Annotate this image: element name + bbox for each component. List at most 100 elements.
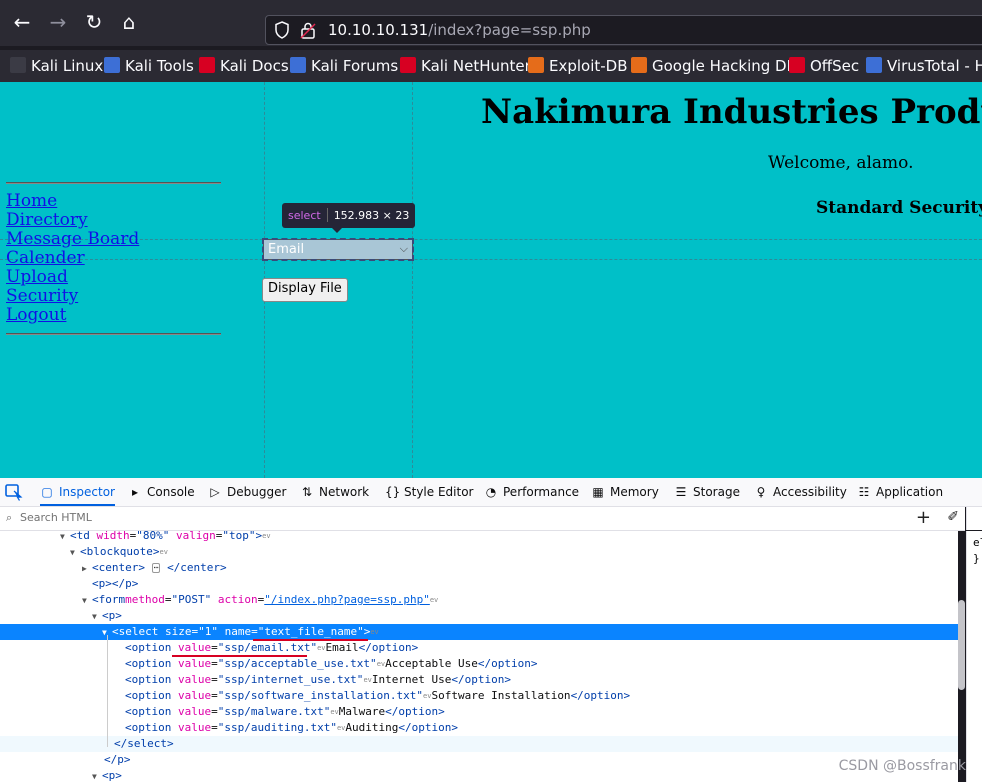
markup-node-option[interactable]: <option value="ssp/email.txt"evEmail</op…	[0, 640, 958, 656]
select-value: Email	[268, 242, 305, 257]
nav-link-message-board[interactable]: Message Board	[6, 230, 139, 249]
welcome-text: Welcome, alamo.	[768, 153, 914, 173]
markup-node-form[interactable]: ▼ <formmethod="POST" action="/index.php?p…	[0, 592, 958, 608]
markup-node-blockquote[interactable]: ▼ <blockquote>ev	[0, 544, 958, 560]
network-icon: ⇅	[301, 485, 313, 499]
tooltip-dimensions: 152.983 × 23	[333, 209, 410, 222]
ghdb-icon	[631, 57, 647, 73]
storage-icon: ☰	[675, 485, 687, 499]
text-file-select[interactable]: Email ⌵	[263, 239, 413, 260]
reload-icon[interactable]: ↻	[80, 8, 108, 36]
url-text: 10.10.10.131/index?page=ssp.php	[328, 21, 591, 39]
divider	[6, 182, 221, 184]
bookmark-kali-nethunter[interactable]: Kali NetHunter	[400, 57, 531, 75]
home-icon[interactable]: ⌂	[115, 8, 143, 36]
markup-node-option[interactable]: <option value="ssp/acceptable_use.txt"ev…	[0, 656, 958, 672]
tooltip-tag: select	[288, 209, 321, 222]
accessibility-icon: ♀	[756, 485, 766, 499]
bookmark-offsec[interactable]: OffSec	[789, 57, 859, 75]
tab-style-editor[interactable]: {} Style Editor	[385, 478, 473, 506]
nav-link-upload[interactable]: Upload	[6, 268, 139, 287]
sidebar-text: }	[973, 552, 980, 565]
bookmark-kali-forums[interactable]: Kali Forums	[290, 57, 398, 75]
markup-node-p-close[interactable]: </p>	[0, 752, 958, 768]
offsec-icon	[789, 57, 805, 73]
markup-node-p[interactable]: ▼ <p>	[0, 768, 958, 782]
chevron-down-icon: ⌵	[399, 242, 408, 255]
bookmark-exploit-db[interactable]: Exploit-DB	[528, 57, 628, 75]
grid-icon: ☷	[858, 485, 870, 499]
tab-accessibility[interactable]: ♀ Accessibility	[754, 478, 847, 506]
markup-node-option[interactable]: <option value="ssp/malware.txt"evMalware…	[0, 704, 958, 720]
tab-debugger[interactable]: ▷ Debugger	[208, 478, 286, 506]
markup-node-option[interactable]: <option value="ssp/software_installation…	[0, 688, 958, 704]
tab-application[interactable]: ☷ Application	[857, 478, 943, 506]
url-path: /index?page=ssp.php	[428, 21, 591, 39]
rules-sidebar-header	[966, 507, 982, 530]
markup-node-center[interactable]: ▶ <center> ⋯ </center>	[0, 560, 958, 576]
highlighter-guide	[412, 82, 413, 478]
bookmark-google-hacking-db[interactable]: Google Hacking DB	[631, 57, 797, 75]
divider	[6, 333, 221, 335]
kali-docs-icon	[199, 57, 215, 73]
markup-scrollbar[interactable]	[958, 600, 965, 690]
highlighter-guide	[0, 239, 982, 240]
insecure-lock-icon[interactable]	[300, 21, 316, 39]
forward-arrow-icon[interactable]: →	[44, 8, 72, 36]
kali-forums-icon	[290, 57, 306, 73]
nav-link-security[interactable]: Security	[6, 287, 139, 306]
bookmark-kali-docs[interactable]: Kali Docs	[199, 57, 289, 75]
markup-node-p[interactable]: <p></p>	[0, 576, 958, 592]
braces-icon: {}	[385, 485, 401, 499]
tab-inspector[interactable]: ▢ Inspector	[40, 478, 115, 506]
inspector-icon: ▢	[41, 485, 53, 499]
markup-node-td[interactable]: ▼ <td width="80%" valign="top">ev	[0, 531, 958, 544]
nav-link-calender[interactable]: Calender	[6, 249, 139, 268]
markup-node-select-close[interactable]: </select>	[0, 736, 958, 752]
browser-toolbar: ← → ↻ ⌂ 10.10.10.131/index?page=ssp.php	[0, 0, 982, 46]
markup-view: ▼ <td width="80%" valign="top">ev ▼ <block…	[0, 531, 958, 782]
section-heading: Standard Security	[816, 198, 982, 218]
site-nav: Home Directory Message Board Calender Up…	[6, 192, 139, 325]
add-node-icon[interactable]: +	[916, 507, 931, 528]
search-input[interactable]: Search HTML	[20, 511, 92, 524]
bookmark-kali-tools[interactable]: Kali Tools	[104, 57, 194, 75]
bookmark-kali-linux[interactable]: Kali Linux	[10, 57, 103, 75]
url-host: 10.10.10.131	[328, 21, 429, 39]
markup-node-p[interactable]: ▼ <p>	[0, 608, 958, 624]
address-bar[interactable]: 10.10.10.131/index?page=ssp.php	[265, 15, 982, 45]
page-viewport: Nakimura Industries Produc Welcome, alam…	[0, 82, 982, 478]
nav-link-directory[interactable]: Directory	[6, 211, 139, 230]
shield-icon[interactable]	[274, 21, 290, 39]
highlighter-guide	[0, 259, 982, 260]
exploit-db-icon	[528, 57, 544, 73]
inspector-tooltip: select 152.983 × 23	[282, 203, 416, 233]
virustotal-icon	[866, 57, 882, 73]
tab-performance[interactable]: ◔ Performance	[484, 478, 579, 506]
nav-link-home[interactable]: Home	[6, 192, 139, 211]
tab-console[interactable]: ▸ Console	[128, 478, 195, 506]
markup-node-option[interactable]: <option value="ssp/internet_use.txt"evIn…	[0, 672, 958, 688]
markup-node-select[interactable]: ▼ <select size="1" name="text_file_name">…	[0, 624, 958, 640]
tab-memory[interactable]: ▦ Memory	[591, 478, 658, 506]
rules-sidebar: el }	[966, 531, 982, 782]
back-arrow-icon[interactable]: ←	[8, 8, 36, 36]
kali-dragon-icon	[10, 57, 26, 73]
tab-network[interactable]: ⇅ Network	[300, 478, 369, 506]
display-file-button[interactable]: Display File	[262, 278, 348, 302]
bookmarks-toolbar: Kali Linux Kali Tools Kali Docs Kali For…	[0, 50, 982, 82]
search-icon: ⌕	[6, 511, 13, 524]
debugger-icon: ▷	[210, 485, 220, 499]
nav-link-logout[interactable]: Logout	[6, 306, 139, 325]
html-search-bar: ⌕ Search HTML + ✐	[0, 507, 965, 531]
sidebar-text: el	[973, 536, 982, 549]
tab-storage[interactable]: ☰ Storage	[674, 478, 740, 506]
watermark: CSDN @Bossfrank	[838, 758, 966, 774]
eyedropper-icon[interactable]: ✐	[947, 509, 959, 525]
element-picker-icon[interactable]	[4, 483, 24, 501]
page-title: Nakimura Industries Produc	[481, 92, 982, 132]
bookmark-virustotal[interactable]: VirusTotal - Ho	[866, 57, 982, 75]
markup-node-option[interactable]: <option value="ssp/auditing.txt"evAuditi…	[0, 720, 958, 736]
collapsed-content-icon[interactable]: ⋯	[151, 563, 161, 573]
chip-icon: ▦	[592, 485, 604, 499]
